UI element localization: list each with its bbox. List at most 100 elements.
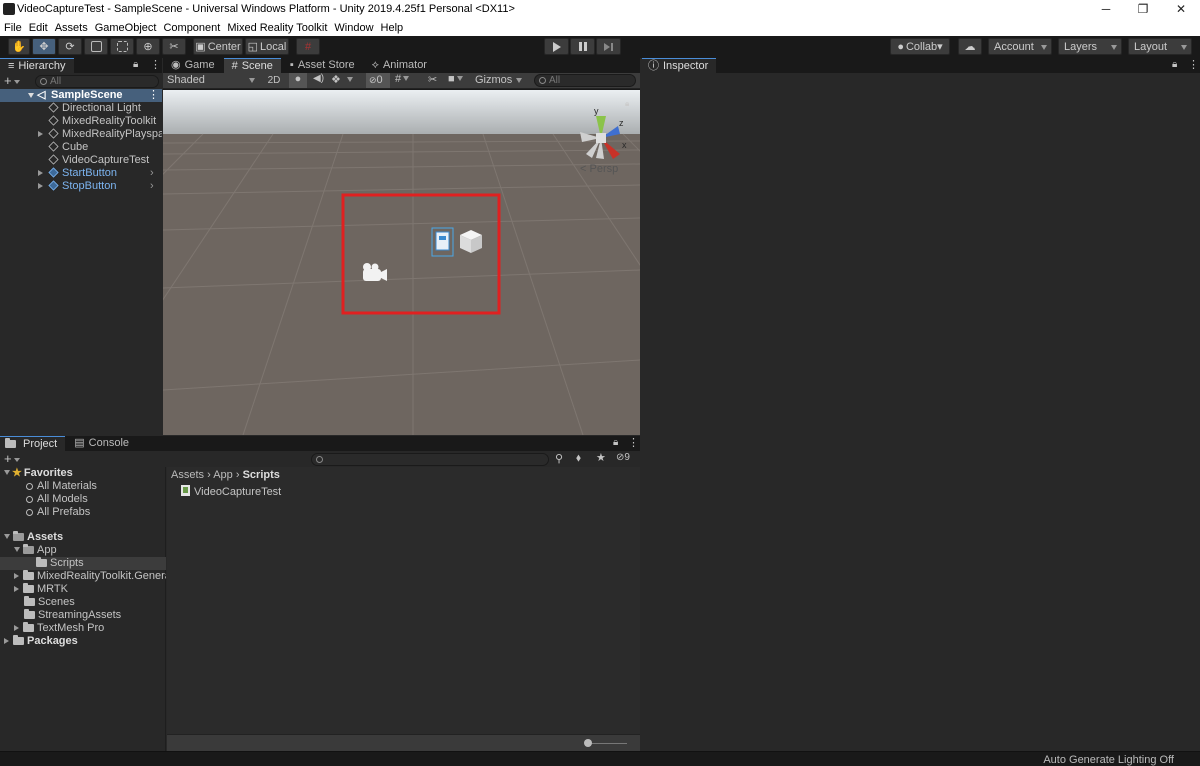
cloud-button[interactable]: ☁ bbox=[958, 38, 982, 55]
expand-arrow-icon[interactable] bbox=[4, 534, 10, 539]
minimize-icon[interactable]: ─ bbox=[1087, 0, 1125, 19]
custom-tool-button[interactable]: ✂ bbox=[162, 38, 186, 55]
expand-arrow-icon[interactable] bbox=[4, 470, 10, 475]
gizmos-dropdown[interactable]: Gizmos bbox=[472, 73, 526, 88]
grid-dropdown[interactable]: # bbox=[395, 73, 410, 85]
tab-console[interactable]: ▤ Console bbox=[66, 436, 138, 451]
chevron-right-icon[interactable]: › bbox=[150, 167, 154, 180]
restore-icon[interactable]: ❐ bbox=[1124, 0, 1162, 19]
folder-row[interactable]: StreamingAssets bbox=[24, 609, 121, 622]
filter-by-label-icon[interactable]: ⬧ bbox=[576, 452, 581, 465]
add-object-button[interactable]: + bbox=[4, 74, 20, 87]
folder-row[interactable]: TextMesh Pro bbox=[14, 622, 104, 635]
folder-row[interactable]: MixedRealityToolkit.Generated bbox=[14, 570, 166, 583]
expand-arrow-icon[interactable] bbox=[28, 93, 34, 98]
scene-row[interactable]: ◁ SampleScene ⋮ bbox=[0, 89, 162, 102]
camera-dropdown[interactable]: ■ bbox=[448, 73, 463, 85]
shading-mode-dropdown[interactable]: Shaded bbox=[165, 74, 257, 87]
scene-viewport[interactable]: y z x 🔒︎ < Persp bbox=[163, 90, 640, 435]
expand-arrow-icon[interactable] bbox=[38, 131, 43, 137]
hierarchy-item[interactable]: MixedRealityPlayspace bbox=[0, 128, 162, 141]
transform-tool-button[interactable]: ⊕ bbox=[136, 38, 160, 55]
collab-button[interactable]: ● Collab▾ bbox=[890, 38, 950, 55]
breadcrumb-scripts[interactable]: Scripts bbox=[243, 469, 280, 481]
hierarchy-item[interactable]: Directional Light bbox=[0, 102, 162, 115]
tab-game[interactable]: ◉ Game bbox=[163, 58, 223, 73]
folder-row[interactable]: MRTK bbox=[14, 583, 68, 596]
favorite-item[interactable]: All Models bbox=[26, 493, 88, 506]
breadcrumb-assets[interactable]: Assets bbox=[171, 469, 204, 481]
menu-window[interactable]: Window bbox=[334, 22, 373, 34]
favorite-star-icon[interactable]: ★ bbox=[596, 451, 606, 464]
chevron-right-icon[interactable]: › bbox=[150, 180, 154, 193]
rect-tool-button[interactable] bbox=[110, 38, 134, 55]
expand-arrow-icon[interactable] bbox=[38, 183, 43, 189]
kebab-menu-icon[interactable]: ⋮ bbox=[150, 58, 161, 71]
packages-folder-row[interactable]: Packages bbox=[4, 635, 78, 648]
hierarchy-item[interactable]: StopButton › bbox=[0, 180, 162, 193]
scale-tool-button[interactable] bbox=[84, 38, 108, 55]
pivot-center-button[interactable]: ▣ Center bbox=[193, 38, 243, 55]
menu-gameobject[interactable]: GameObject bbox=[95, 22, 157, 34]
menu-component[interactable]: Component bbox=[163, 22, 220, 34]
hidden-packages-toggle[interactable]: ⊘9 bbox=[616, 452, 630, 463]
persp-toggle[interactable]: < Persp bbox=[580, 163, 618, 175]
favorite-item[interactable]: All Prefabs bbox=[26, 506, 90, 519]
move-tool-button[interactable]: ✥ bbox=[32, 38, 56, 55]
scripts-folder-row[interactable]: Scripts bbox=[0, 557, 166, 570]
lock-icon[interactable]: 🔒︎ bbox=[613, 437, 618, 448]
app-folder-row[interactable]: App bbox=[14, 544, 57, 557]
account-dropdown[interactable]: Account bbox=[988, 38, 1052, 55]
expand-arrow-icon[interactable] bbox=[14, 625, 19, 631]
effects-dropdown[interactable]: ❖ bbox=[331, 73, 353, 86]
lock-icon[interactable]: 🔒︎ bbox=[1172, 59, 1177, 70]
expand-arrow-icon[interactable] bbox=[14, 573, 19, 579]
tools-toggle[interactable]: ✂ bbox=[428, 73, 437, 86]
kebab-menu-icon[interactable]: ⋮ bbox=[628, 436, 639, 449]
grid-snap-button[interactable]: # bbox=[296, 38, 320, 55]
audio-toggle-button[interactable]: ◀︎) bbox=[313, 73, 324, 84]
step-button[interactable] bbox=[596, 38, 621, 55]
hierarchy-item[interactable]: StartButton › bbox=[0, 167, 162, 180]
assets-folder-row[interactable]: Assets bbox=[4, 531, 63, 544]
icon-size-slider-track[interactable] bbox=[587, 743, 627, 744]
project-search-input[interactable] bbox=[311, 453, 549, 466]
kebab-menu-icon[interactable]: ⋮ bbox=[1188, 58, 1199, 71]
tab-hierarchy[interactable]: ≡ Hierarchy bbox=[0, 58, 74, 73]
hand-tool-button[interactable]: ✋ bbox=[8, 38, 30, 55]
tab-asset-store[interactable]: ▪ Asset Store bbox=[281, 58, 363, 73]
tab-project[interactable]: Project bbox=[0, 436, 66, 451]
expand-arrow-icon[interactable] bbox=[38, 170, 43, 176]
expand-arrow-icon[interactable] bbox=[14, 586, 19, 592]
hierarchy-item[interactable]: MixedRealityToolkit bbox=[0, 115, 162, 128]
menu-assets[interactable]: Assets bbox=[55, 22, 88, 34]
2d-toggle-button[interactable]: 2D bbox=[263, 74, 285, 87]
menu-edit[interactable]: Edit bbox=[29, 22, 48, 34]
hidden-objects-toggle[interactable]: ⊘0 bbox=[366, 73, 390, 88]
play-button[interactable] bbox=[544, 38, 569, 55]
kebab-menu-icon[interactable]: ⋮ bbox=[148, 89, 159, 102]
expand-arrow-icon[interactable] bbox=[14, 547, 20, 552]
icon-size-slider-handle[interactable] bbox=[584, 739, 592, 747]
pivot-local-button[interactable]: ◱ Local bbox=[245, 38, 289, 55]
tab-animator[interactable]: ⟡ Animator bbox=[363, 58, 435, 73]
layers-dropdown[interactable]: Layers bbox=[1058, 38, 1122, 55]
close-icon[interactable]: ✕ bbox=[1162, 0, 1200, 19]
breadcrumb-app[interactable]: App bbox=[213, 469, 233, 481]
hierarchy-item[interactable]: VideoCaptureTest bbox=[0, 154, 162, 167]
lock-icon[interactable]: 🔒︎ bbox=[625, 99, 629, 109]
pause-button[interactable] bbox=[570, 38, 595, 55]
scene-search-input[interactable]: All bbox=[534, 74, 636, 87]
layout-dropdown[interactable]: Layout bbox=[1128, 38, 1192, 55]
create-asset-button[interactable]: + bbox=[4, 452, 20, 465]
rotate-tool-button[interactable]: ⟳ bbox=[58, 38, 82, 55]
favorite-item[interactable]: All Materials bbox=[26, 480, 97, 493]
menu-mixed-reality-toolkit[interactable]: Mixed Reality Toolkit bbox=[227, 22, 327, 34]
hierarchy-item[interactable]: Cube bbox=[0, 141, 162, 154]
hierarchy-search-input[interactable]: All bbox=[35, 75, 159, 88]
favorites-row[interactable]: ★ Favorites bbox=[4, 467, 73, 480]
expand-arrow-icon[interactable] bbox=[4, 638, 9, 644]
folder-row[interactable]: Scenes bbox=[24, 596, 75, 609]
tab-scene[interactable]: # Scene bbox=[223, 58, 281, 73]
lock-icon[interactable]: 🔒︎ bbox=[133, 59, 138, 70]
